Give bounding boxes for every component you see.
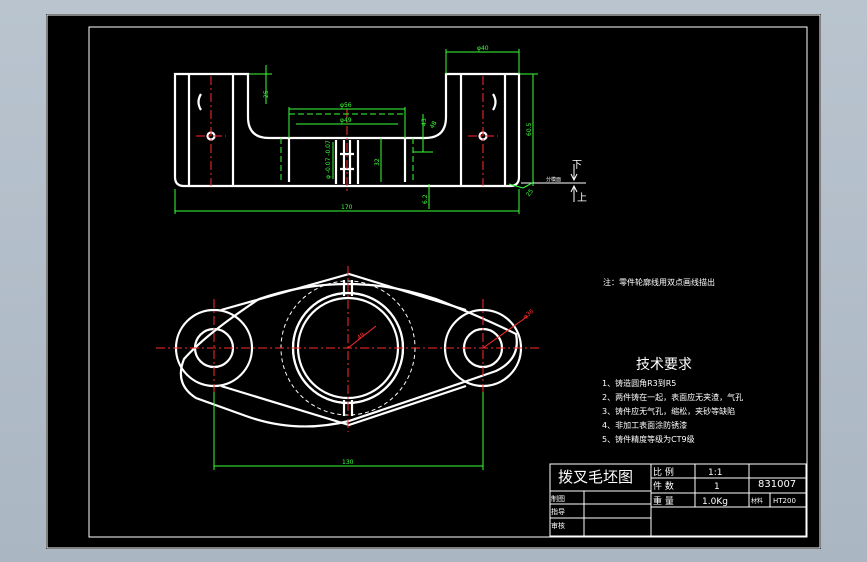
front-dimensions: 170 φ40 φ56 φ49 25 60.5 43 48 φ -0.07 -0…	[174, 45, 538, 214]
dim-phi49: φ49	[340, 117, 352, 124]
title-block: 拨叉毛坯图 比 例 1:1 件 数 1 重 量 1.0Kg 材料 HT200 8…	[549, 463, 807, 537]
tech-req-item: 3、铸件应无气孔，缩松，夹砂等缺陷	[602, 406, 735, 416]
weight-label: 重 量	[653, 495, 674, 507]
dim-6-2: 6.2	[422, 194, 429, 204]
parting-bottom-label: 上	[577, 192, 587, 204]
scale-value: 1:1	[708, 468, 722, 478]
parting-line: 下 上 分模面 25	[508, 160, 587, 204]
scale-label: 比 例	[653, 466, 674, 478]
drawing-title: 拨叉毛坯图	[558, 468, 633, 486]
review-label: 审核	[551, 521, 565, 530]
drawing-sheet: 170 φ40 φ56 φ49 25 60.5 43 48 φ -0.07 -0…	[46, 14, 821, 549]
tech-req-item: 5、铸件精度等级为CT9级	[602, 434, 695, 444]
dim-25: 25	[263, 90, 270, 98]
material-label: 材料	[751, 497, 763, 505]
technical-requirements: 技术要求 1、铸造圆角R3到R5 2、两件铸在一起，表面应无夹渣，气孔 3、铸件…	[602, 357, 743, 444]
dim-48: 48	[429, 120, 439, 130]
material-value: HT200	[773, 497, 796, 505]
tech-req-item: 1、铸造圆角R3到R5	[602, 378, 676, 388]
drawing-number: 831007	[758, 479, 796, 490]
weight-value: 1.0Kg	[702, 497, 728, 507]
drawing-canvas: 170 φ40 φ56 φ49 25 60.5 43 48 φ -0.07 -0…	[46, 14, 821, 549]
guide-label: 指导	[551, 507, 565, 516]
tech-req-item: 2、两件铸在一起，表面应无夹渣，气孔	[602, 392, 743, 402]
top-view: 49 φ36 130	[156, 266, 541, 470]
dim-43: 43	[421, 118, 428, 126]
tech-req-item: 4、非加工表面涂防锈漆	[602, 420, 687, 430]
contour-note: 注：零件轮廓线用双点画线描出	[603, 277, 715, 287]
dim-25b: 25	[525, 188, 535, 198]
dim-170: 170	[341, 204, 353, 211]
parting-top-label: 下	[572, 160, 582, 171]
dim-130: 130	[342, 459, 354, 466]
count-value: 1	[714, 482, 720, 492]
dim-60-5: 60.5	[526, 122, 533, 136]
dim-phi-tol: φ -0.07 -0.07	[325, 140, 332, 179]
dim-phi36: φ36	[522, 308, 536, 321]
parting-label: 分模面	[546, 176, 561, 183]
dim-phi40: φ40	[477, 45, 489, 52]
count-label: 件 数	[653, 480, 674, 492]
dim-phi56: φ56	[340, 102, 352, 109]
drawn-label: 制图	[551, 494, 565, 503]
tech-req-title: 技术要求	[636, 357, 692, 373]
front-view: 170 φ40 φ56 φ49 25 60.5 43 48 φ -0.07 -0…	[173, 45, 587, 214]
dim-32: 32	[374, 158, 381, 166]
